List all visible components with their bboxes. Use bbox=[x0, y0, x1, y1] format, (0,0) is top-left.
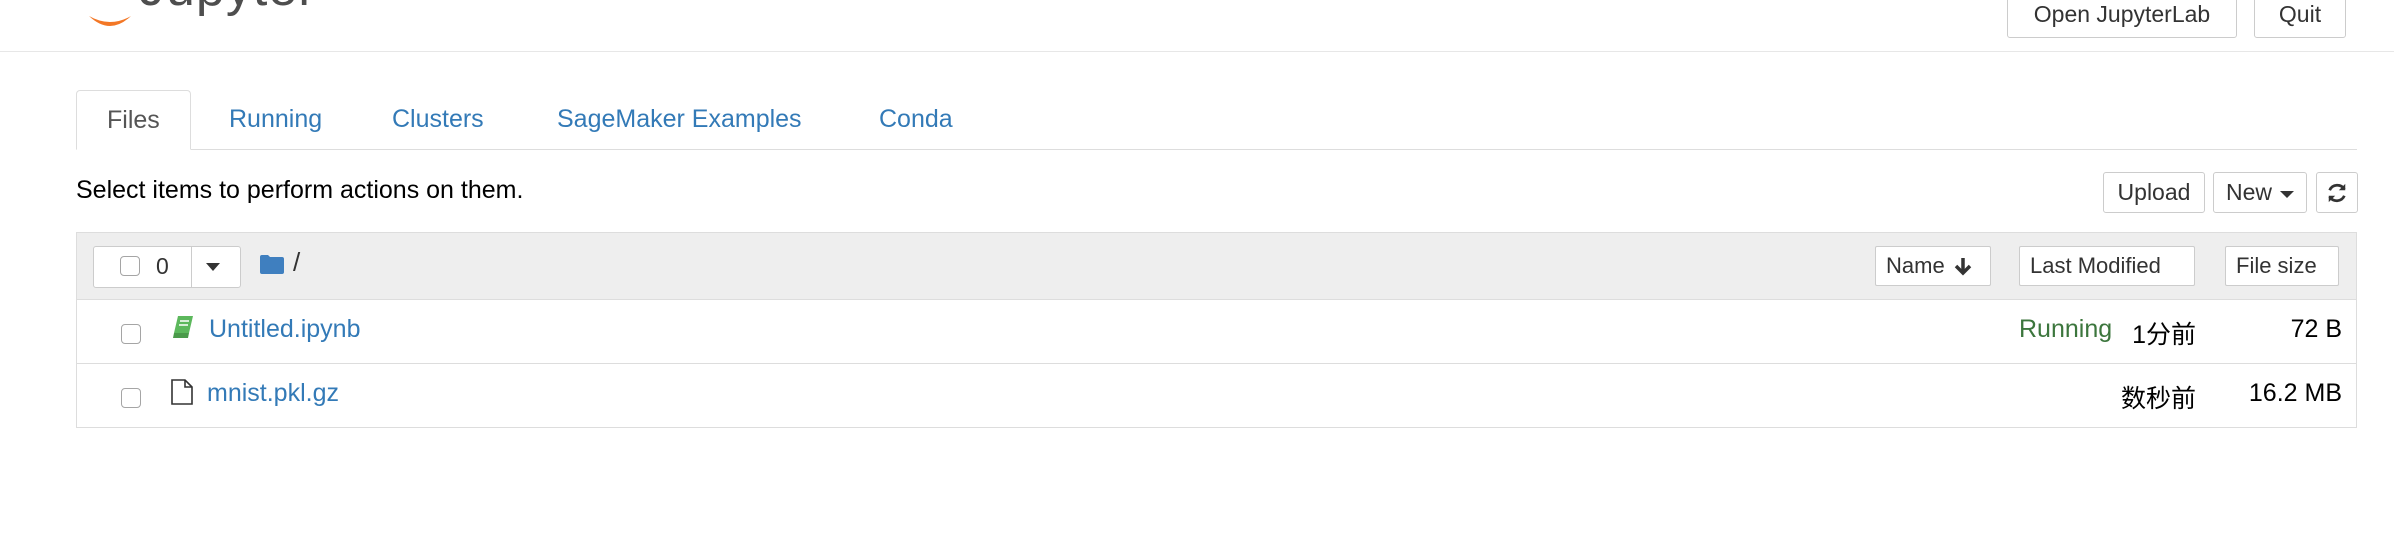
selected-count: 0 bbox=[156, 253, 169, 279]
arrow-down-icon bbox=[1954, 258, 1971, 276]
file-row[interactable]: Untitled.ipynb Running 1分前 72 B bbox=[77, 300, 2356, 364]
file-icon bbox=[171, 379, 193, 405]
select-all-checkbox[interactable] bbox=[120, 256, 140, 276]
file-name-link[interactable]: Untitled.ipynb bbox=[209, 315, 360, 344]
header-bar: Jupyter Open JupyterLab Quit bbox=[0, 0, 2394, 52]
logo-text: Jupyter bbox=[139, 0, 317, 14]
tab-conda[interactable]: Conda bbox=[849, 90, 983, 149]
upload-button[interactable]: Upload bbox=[2103, 172, 2205, 213]
file-list-header: 0 / Name Last Modified File size bbox=[77, 233, 2356, 300]
running-status: Running bbox=[2019, 315, 2113, 343]
jupyter-logo[interactable]: Jupyter bbox=[85, 0, 317, 40]
select-all-group: 0 bbox=[93, 246, 241, 288]
tab-files[interactable]: Files bbox=[76, 90, 191, 150]
last-modified: 数秒前 bbox=[2120, 385, 2196, 413]
file-size: 72 B bbox=[2290, 315, 2342, 343]
file-row[interactable]: mnist.pkl.gz 数秒前 16.2 MB bbox=[77, 364, 2356, 427]
divider bbox=[191, 247, 192, 287]
caret-down-icon bbox=[2280, 190, 2294, 198]
notebook-icon bbox=[173, 316, 193, 338]
row-checkbox[interactable] bbox=[121, 388, 141, 408]
tab-clusters[interactable]: Clusters bbox=[362, 90, 514, 149]
quit-button[interactable]: Quit bbox=[2254, 0, 2346, 38]
new-dropdown-button[interactable]: New bbox=[2213, 172, 2307, 213]
sort-by-last-modified-button[interactable]: Last Modified bbox=[2019, 246, 2195, 286]
tab-sagemaker-examples[interactable]: SageMaker Examples bbox=[527, 90, 832, 149]
refresh-icon bbox=[2328, 183, 2346, 202]
folder-icon[interactable] bbox=[260, 254, 284, 274]
new-button-label: New bbox=[2225, 179, 2272, 205]
refresh-button[interactable] bbox=[2316, 172, 2358, 213]
last-modified: 1分前 bbox=[2132, 321, 2196, 349]
file-name-link[interactable]: mnist.pkl.gz bbox=[207, 379, 339, 408]
tab-running[interactable]: Running bbox=[199, 90, 352, 149]
jupyter-logo-icon bbox=[89, 16, 131, 26]
tab-bar: Files Running Clusters SageMaker Example… bbox=[76, 90, 2357, 150]
file-size: 16.2 MB bbox=[2248, 379, 2342, 407]
open-jupyterlab-button[interactable]: Open JupyterLab bbox=[2007, 0, 2237, 38]
sort-by-name-button[interactable]: Name bbox=[1875, 246, 1991, 286]
row-checkbox[interactable] bbox=[121, 324, 141, 344]
sort-by-file-size-button[interactable]: File size bbox=[2225, 246, 2339, 286]
file-list: 0 / Name Last Modified File size Untitle… bbox=[76, 232, 2357, 428]
select-menu-caret-icon[interactable] bbox=[206, 263, 220, 271]
sort-name-label: Name bbox=[1886, 253, 1945, 278]
select-items-message: Select items to perform actions on them. bbox=[76, 176, 524, 204]
breadcrumb-root[interactable]: / bbox=[293, 247, 300, 278]
